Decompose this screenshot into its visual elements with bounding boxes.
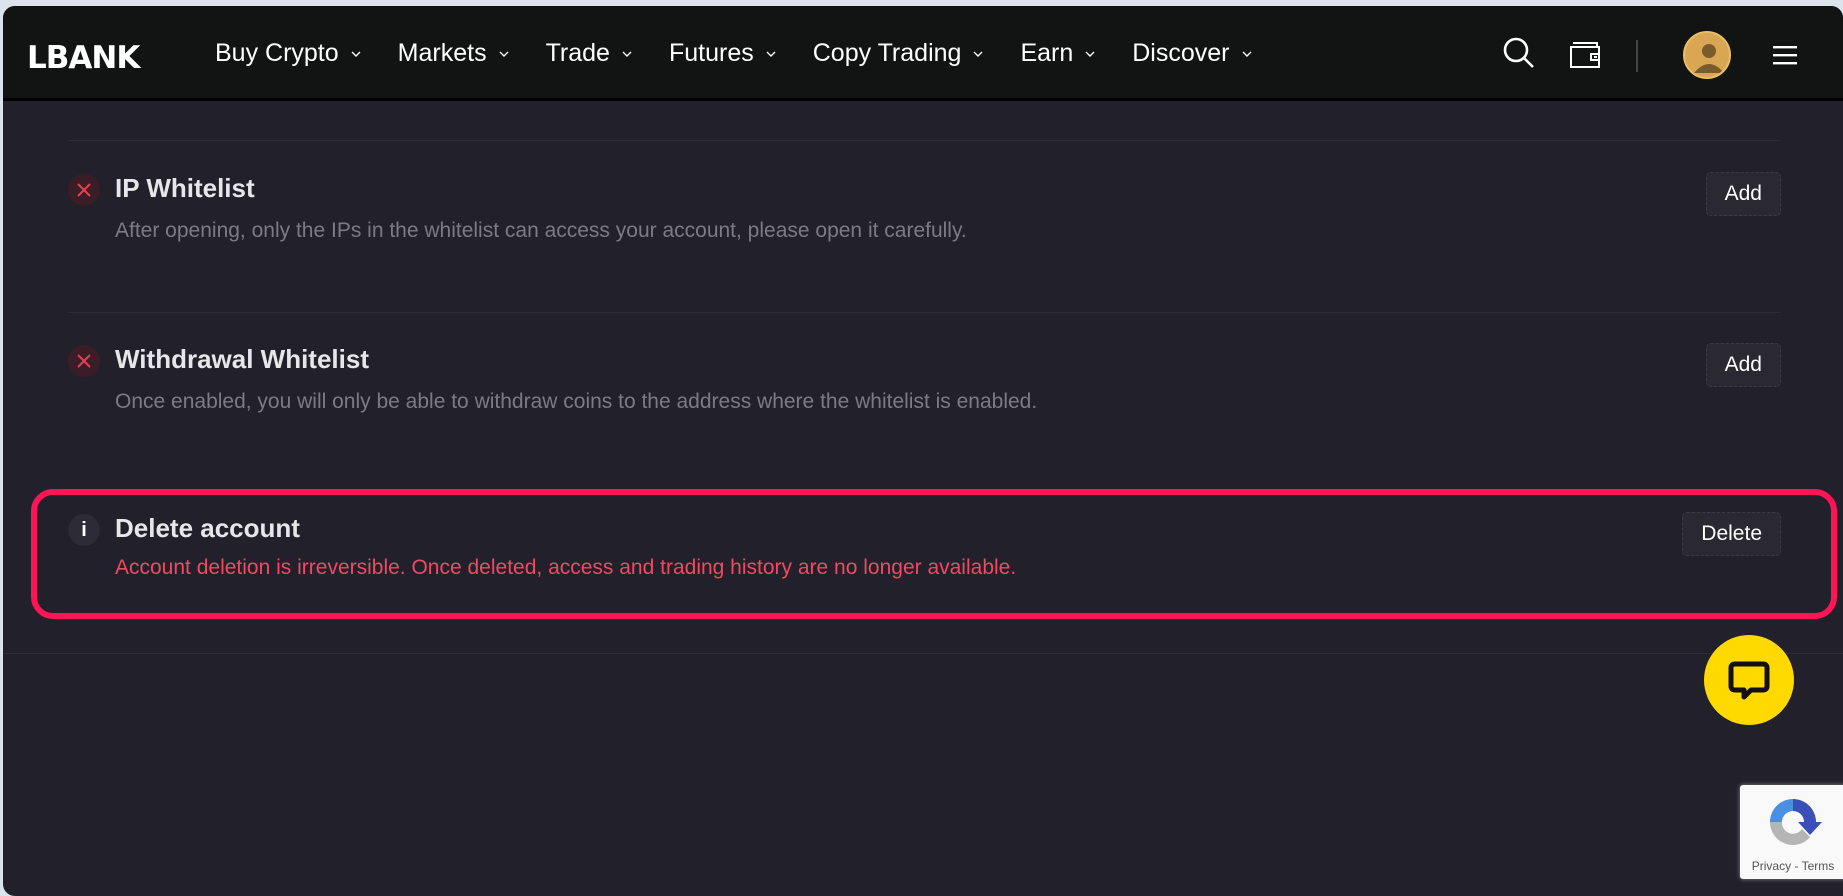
nav-markets[interactable]: Markets (398, 39, 509, 68)
nav-copy-trading[interactable]: Copy Trading (813, 39, 984, 68)
item-description: After opening, only the IPs in the white… (115, 219, 967, 242)
chat-bubble-icon (1728, 661, 1770, 700)
divider (68, 140, 1781, 141)
nav-label: Copy Trading (812, 39, 962, 67)
chevron-down-icon (351, 49, 361, 59)
chevron-down-icon (766, 49, 776, 59)
close-icon (68, 174, 100, 206)
nav-label: Earn (1020, 39, 1074, 67)
lbank-logo[interactable]: LBANK (27, 40, 140, 76)
close-icon (68, 345, 100, 377)
search-icon[interactable] (1502, 36, 1536, 70)
chevron-down-icon (622, 49, 632, 59)
info-icon: i (68, 514, 100, 546)
separator: - (1791, 859, 1802, 873)
avatar[interactable] (1683, 31, 1731, 79)
item-title: Withdrawal Whitelist (115, 344, 369, 374)
item-title: Delete account (115, 513, 300, 543)
top-navigation-bar: LBANK Buy Crypto Markets Trade Futures C… (3, 6, 1843, 101)
recaptcha-links: Privacy - Terms (1740, 859, 1843, 873)
recaptcha-icon (1764, 793, 1822, 851)
divider (3, 653, 1843, 654)
recaptcha-terms-link[interactable]: Terms (1802, 859, 1835, 873)
nav-earn[interactable]: Earn (1020, 39, 1095, 68)
nav-futures[interactable]: Futures (669, 39, 776, 68)
chevron-down-icon (1242, 49, 1252, 59)
menu-icon[interactable] (1771, 44, 1799, 66)
nav-discover[interactable]: Discover (1132, 39, 1251, 68)
item-description: Once enabled, you will only be able to w… (115, 390, 1038, 413)
nav-buy-crypto[interactable]: Buy Crypto (215, 39, 361, 68)
ip-whitelist-add-button[interactable]: Add (1705, 172, 1781, 216)
nav-label: Trade (545, 39, 610, 67)
nav-label: Buy Crypto (215, 39, 339, 67)
nav-label: Futures (668, 39, 754, 67)
divider (68, 312, 1781, 313)
item-title: IP Whitelist (115, 173, 255, 203)
nav-label: Markets (397, 39, 487, 67)
header-divider (1636, 40, 1638, 72)
recaptcha-privacy-link[interactable]: Privacy (1752, 859, 1791, 873)
chevron-down-icon (499, 49, 509, 59)
withdrawal-whitelist-add-button[interactable]: Add (1705, 343, 1781, 387)
browser-window: LBANK Buy Crypto Markets Trade Futures C… (3, 6, 1843, 896)
recaptcha-badge[interactable]: Privacy - Terms (1740, 785, 1843, 879)
wallet-icon[interactable] (1569, 41, 1601, 69)
nav-label: Discover (1132, 39, 1230, 67)
delete-account-button[interactable]: Delete (1682, 512, 1781, 556)
delete-account-highlight (31, 489, 1837, 619)
item-description-warning: Account deletion is irreversible. Once d… (115, 556, 1017, 579)
chevron-down-icon (1085, 49, 1095, 59)
chevron-down-icon (973, 49, 983, 59)
nav-trade[interactable]: Trade (546, 39, 632, 68)
chat-support-button[interactable] (1704, 635, 1794, 725)
main-nav: Buy Crypto Markets Trade Futures Copy Tr… (215, 6, 1289, 101)
